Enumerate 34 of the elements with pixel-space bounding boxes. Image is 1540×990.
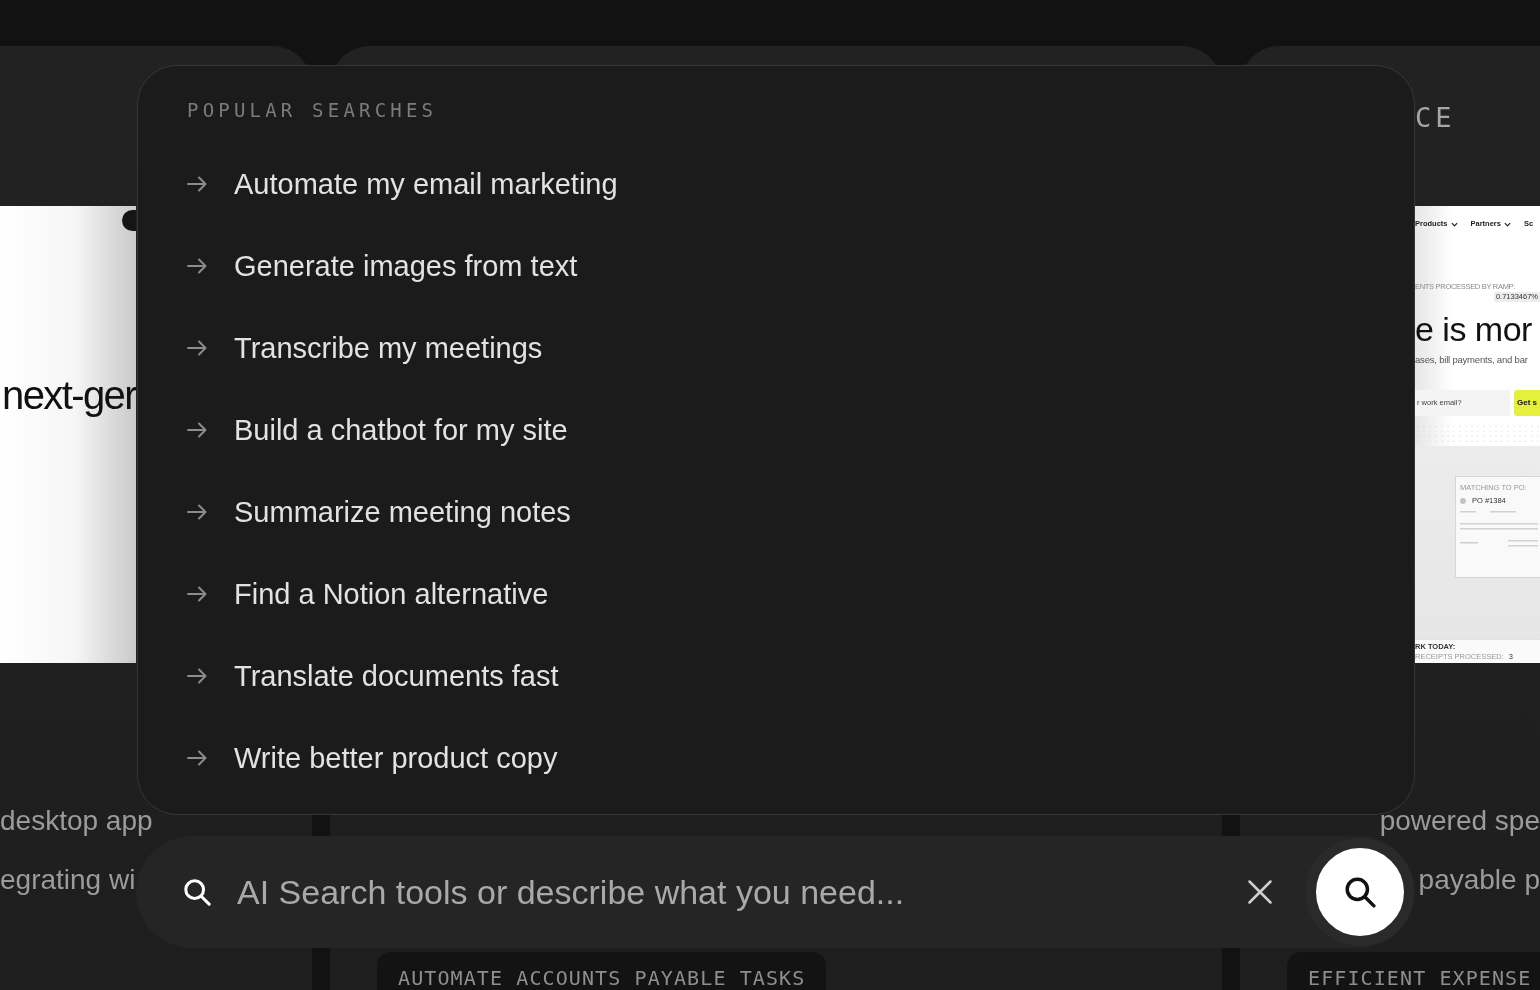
arrow-right-icon xyxy=(187,586,207,602)
suggestion-item[interactable]: Translate documents fast xyxy=(187,635,559,717)
headline-text: next-ger xyxy=(2,372,136,418)
cta-button[interactable]: Get s xyxy=(1514,390,1540,416)
section-heading: POPULAR SEARCHES xyxy=(187,98,438,122)
search-bar[interactable]: AI Search tools or describe what you need... xyxy=(136,836,1415,948)
search-icon xyxy=(1344,876,1376,908)
arrow-right-icon xyxy=(187,340,207,356)
arrow-right-icon xyxy=(187,668,207,684)
suggestion-item[interactable]: Write better product copy xyxy=(187,717,558,799)
description-text: egrating wi xyxy=(0,865,136,895)
arrow-right-icon xyxy=(187,422,207,438)
headline-text: e is mor xyxy=(1415,310,1533,348)
tag-label: EFFICIENT EXPENSE xyxy=(1287,952,1540,990)
suggestion-item[interactable]: Build a chatbot for my site xyxy=(187,389,568,471)
description-text: payable p xyxy=(1418,865,1540,895)
tag-label: AUTOMATE ACCOUNTS PAYABLE TASKS xyxy=(377,952,827,990)
close-icon xyxy=(1248,880,1272,904)
subheading-text: ases, bill payments, and bar xyxy=(1415,354,1529,366)
arrow-right-icon xyxy=(187,258,207,274)
suggestion-item[interactable]: Generate images from text xyxy=(187,225,578,307)
suggestion-item[interactable]: Find a Notion alternative xyxy=(187,553,549,635)
search-field[interactable]: AI Search tools or describe what you need... xyxy=(237,870,1240,914)
dot-icon xyxy=(1460,497,1466,504)
search-icon xyxy=(183,878,211,906)
arrow-right-icon xyxy=(187,750,207,766)
suggestion-item[interactable]: Transcribe my meetings xyxy=(187,307,543,389)
arrow-right-icon xyxy=(187,504,207,520)
description-text: desktop app xyxy=(0,806,153,836)
description-text: powered spe xyxy=(1379,806,1540,836)
arrow-right-icon xyxy=(187,176,207,192)
suggestion-item[interactable]: Summarize meeting notes xyxy=(187,471,571,553)
suggestion-item[interactable]: Automate my email marketing xyxy=(187,143,618,225)
category-label: CE xyxy=(1415,103,1456,133)
